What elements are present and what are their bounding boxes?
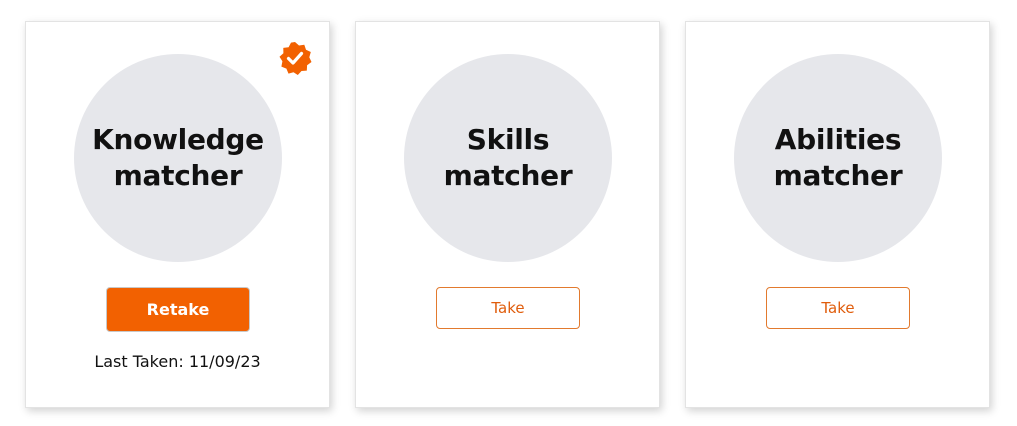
abilities-matcher-title: Abilities matcher [773,123,903,192]
knowledge-matcher-circle: Knowledge matcher [74,54,282,262]
skills-matcher-circle: Skills matcher [404,54,612,262]
knowledge-matcher-title: Knowledge matcher [92,123,264,192]
skills-take-button[interactable]: Take [436,287,580,329]
retake-button[interactable]: Retake [106,287,250,332]
check-badge-icon [279,42,312,75]
abilities-matcher-card: Abilities matcher Take [685,21,990,408]
knowledge-matcher-card: Knowledge matcher Retake Last Taken: 11/… [25,21,330,408]
skills-matcher-title: Skills matcher [443,123,573,192]
abilities-take-button[interactable]: Take [766,287,910,329]
last-taken-text: Last Taken: 11/09/23 [94,352,261,371]
matcher-cards: Knowledge matcher Retake Last Taken: 11/… [0,0,1017,426]
skills-matcher-card: Skills matcher Take [355,21,660,408]
abilities-matcher-circle: Abilities matcher [734,54,942,262]
